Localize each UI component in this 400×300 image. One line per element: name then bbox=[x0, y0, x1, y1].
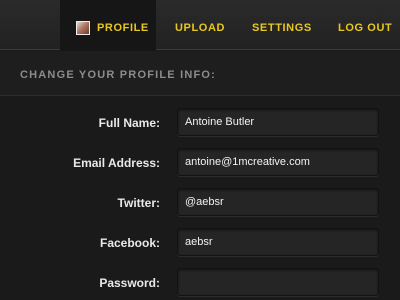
nav-upload-link[interactable]: UPLOAD bbox=[175, 0, 225, 50]
twitter-field[interactable] bbox=[177, 188, 379, 216]
password-field[interactable] bbox=[177, 268, 379, 296]
facebook-field[interactable] bbox=[177, 228, 379, 256]
email-label: Email Address: bbox=[73, 156, 160, 170]
nav-logout-link[interactable]: LOG OUT bbox=[338, 0, 392, 50]
password-label: Password: bbox=[99, 276, 160, 290]
profile-form: Full Name: Email Address: Twitter: Faceb… bbox=[0, 96, 400, 300]
avatar bbox=[76, 21, 90, 35]
form-row-facebook: Facebook: bbox=[0, 228, 400, 258]
email-field[interactable] bbox=[177, 148, 379, 176]
top-navigation: PROFILE UPLOAD SETTINGS LOG OUT bbox=[0, 0, 400, 52]
app-window: PROFILE UPLOAD SETTINGS LOG OUT CHANGE Y… bbox=[0, 0, 400, 300]
section-title: CHANGE YOUR PROFILE INFO: bbox=[20, 69, 217, 81]
full-name-label: Full Name: bbox=[98, 116, 160, 130]
section-header: CHANGE YOUR PROFILE INFO: bbox=[0, 51, 400, 96]
form-row-twitter: Twitter: bbox=[0, 188, 400, 218]
nav-settings-link[interactable]: SETTINGS bbox=[252, 0, 312, 50]
form-row-password: Password: bbox=[0, 268, 400, 298]
nav-profile-tab[interactable]: PROFILE bbox=[60, 0, 156, 52]
form-row-email: Email Address: bbox=[0, 148, 400, 178]
twitter-label: Twitter: bbox=[117, 196, 160, 210]
form-row-full-name: Full Name: bbox=[0, 108, 400, 138]
nav-profile-label: PROFILE bbox=[97, 22, 149, 34]
facebook-label: Facebook: bbox=[99, 236, 160, 250]
full-name-field[interactable] bbox=[177, 108, 379, 136]
